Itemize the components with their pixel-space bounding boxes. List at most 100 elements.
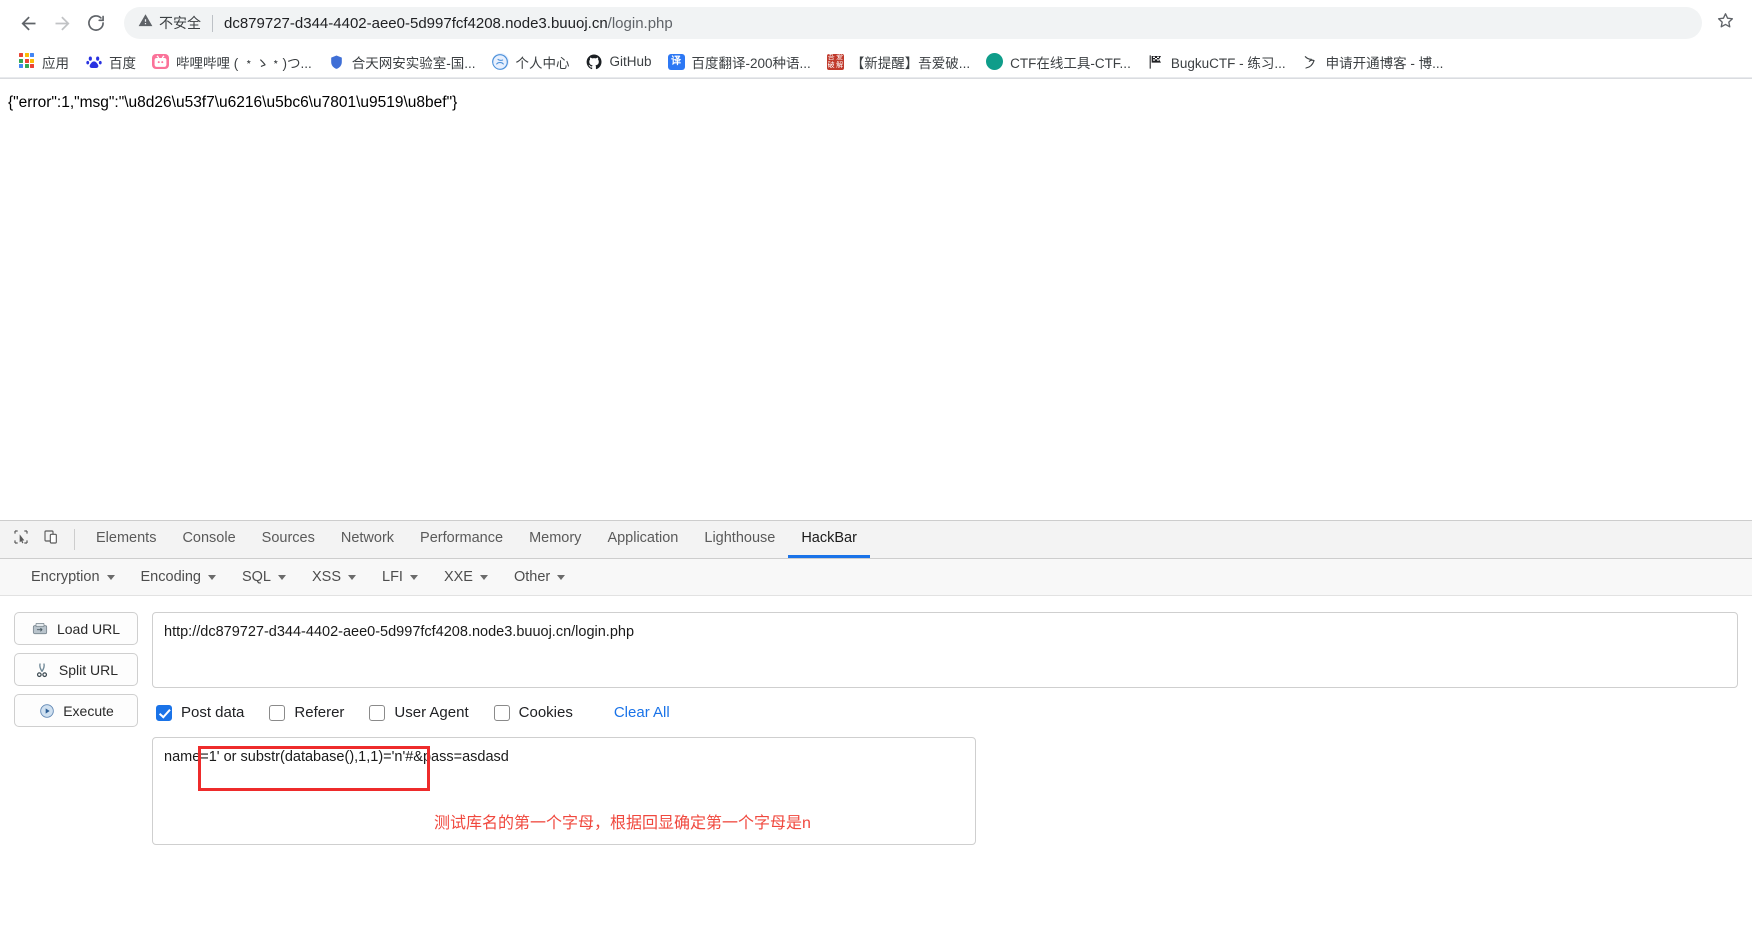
shield-icon (328, 53, 345, 70)
bookmark-bugkuctf[interactable]: BugkuCTF - 练习... (1139, 49, 1294, 75)
bilibili-tv-icon (152, 54, 169, 69)
address-bar[interactable]: 不安全 dc879727-d344-4402-aee0-5d997fcf4208… (124, 7, 1702, 39)
post-data-input[interactable] (152, 737, 976, 845)
clear-all-button[interactable]: Clear All (614, 704, 670, 721)
url-host: dc879727-d344-4402-aee0-5d997fcf4208.nod… (224, 14, 608, 32)
menu-label: LFI (382, 569, 403, 585)
checkbox-box[interactable] (156, 704, 172, 721)
bookmark-hetian[interactable]: 合天网安实验室-国... (320, 49, 484, 75)
bookmark-blog[interactable]: 申请开通博客 - 博... (1294, 49, 1452, 75)
execute-button[interactable]: Execute (14, 694, 138, 727)
browser-chrome: 不安全 dc879727-d344-4402-aee0-5d997fcf4208… (0, 0, 1752, 79)
arrow-left-icon (18, 13, 39, 34)
arrow-right-icon (52, 13, 73, 34)
bookmark-star-button[interactable] (1710, 8, 1740, 38)
chevron-down-icon (479, 574, 488, 580)
bookmark-user-center[interactable]: 个人中心 (484, 49, 578, 75)
bookmark-label: GitHub (609, 54, 652, 69)
device-toolbar-button[interactable] (36, 521, 66, 558)
warning-triangle-icon (138, 13, 153, 33)
menu-other[interactable]: Other (501, 563, 578, 591)
bookmark-label: 【新提醒】吾爱破... (850, 55, 971, 71)
tab-performance[interactable]: Performance (407, 521, 516, 558)
split-url-button[interactable]: Split URL (14, 653, 138, 686)
github-icon (586, 53, 603, 70)
menu-lfi[interactable]: LFI (369, 563, 431, 591)
menu-xxe[interactable]: XXE (431, 563, 501, 591)
forward-button[interactable] (46, 7, 78, 39)
checkbox-user-agent[interactable]: User Agent (369, 704, 469, 721)
devtools-panel: Elements Console Sources Network Perform… (0, 520, 1752, 915)
checkbox-label: Post data (181, 704, 245, 721)
tab-lighthouse[interactable]: Lighthouse (691, 521, 788, 558)
checkbox-box[interactable] (369, 704, 386, 721)
url-text[interactable]: dc879727-d344-4402-aee0-5d997fcf4208.nod… (224, 15, 673, 32)
hackbar-panel: Encryption Encoding SQL XSS LFI XXE Othe… (0, 559, 1752, 915)
checkbox-post-data[interactable]: Post data (156, 704, 244, 721)
bookmark-wuaipojie[interactable]: 吾爱破解 【新提醒】吾爱破... (819, 49, 978, 75)
bookmark-github[interactable]: GitHub (578, 50, 660, 73)
bookmark-label: 合天网安实验室-国... (351, 55, 476, 71)
tab-hackbar[interactable]: HackBar (788, 521, 870, 558)
chevron-down-icon (409, 574, 418, 580)
menu-label: SQL (241, 569, 271, 585)
hackbar-body: Load URL Split URL Execute http://dc8797… (0, 596, 1752, 915)
checkbox-label: Cookies (518, 704, 573, 721)
tab-memory[interactable]: Memory (516, 521, 594, 558)
bookmark-baidu[interactable]: 百度 (77, 49, 144, 75)
bookmark-ctf-tools[interactable]: CTF在线工具-CTF... (978, 49, 1139, 75)
bookmark-label: 哔哩哔哩 ( ﹡ゝ﹡)つ... (176, 55, 312, 71)
checkbox-cookies[interactable]: Cookies (493, 704, 573, 721)
star-icon (1716, 11, 1735, 35)
hackbar-main-column: Post data Referer User Agent Cookies C (152, 612, 1738, 915)
bookmark-apps[interactable]: 应用 (10, 49, 77, 75)
security-label: 不安全 (159, 15, 201, 31)
checkered-flag-icon (1147, 53, 1164, 70)
bookmarks-bar: 应用 百度 哔哩哔哩 ( ﹡ゝ﹡)つ... 合天网安实验室-国... 个人中心 (0, 46, 1752, 78)
checkbox-label: User Agent (394, 704, 469, 721)
checkbox-box[interactable] (493, 704, 510, 721)
inspect-element-button[interactable] (6, 521, 36, 558)
tab-console[interactable]: Console (169, 521, 248, 558)
menu-label: XXE (443, 569, 473, 585)
tab-sources[interactable]: Sources (249, 521, 328, 558)
tab-elements[interactable]: Elements (83, 521, 169, 558)
menu-label: Encryption (31, 569, 100, 585)
reload-button[interactable] (80, 7, 112, 39)
tab-network[interactable]: Network (328, 521, 407, 558)
bookmark-label: 个人中心 (515, 55, 570, 71)
menu-encoding[interactable]: Encoding (128, 563, 229, 591)
wuaipojie-icon: 吾爱破解 (826, 53, 844, 70)
load-url-button[interactable]: Load URL (14, 612, 138, 645)
split-url-scissors-icon (34, 661, 51, 678)
back-button[interactable] (12, 7, 44, 39)
menu-label: Encoding (140, 569, 201, 585)
bookmark-label: BugkuCTF - 练习... (1170, 55, 1286, 71)
bookmark-bilibili[interactable]: 哔哩哔哩 ( ﹡ゝ﹡)つ... (144, 49, 320, 75)
menu-label: XSS (312, 569, 342, 585)
menu-encryption[interactable]: Encryption (18, 563, 128, 591)
bookmark-label: CTF在线工具-CTF... (1010, 55, 1131, 71)
translate-icon: 译 (667, 53, 685, 70)
chevron-down-icon (348, 574, 357, 580)
menu-sql[interactable]: SQL (229, 563, 299, 591)
hackbar-action-buttons: Load URL Split URL Execute (14, 612, 138, 915)
security-indicator[interactable]: 不安全 (138, 13, 201, 33)
bookmark-label: 应用 (42, 55, 69, 71)
baidu-paw-icon (85, 53, 102, 70)
post-data-wrapper: 测试库名的第一个字母，根据回显确定第一个字母是n (152, 737, 976, 850)
chevron-down-icon (278, 574, 286, 580)
button-label: Split URL (58, 661, 119, 678)
checkbox-box[interactable] (269, 704, 286, 721)
menu-xss[interactable]: XSS (299, 563, 369, 591)
user-center-icon (491, 53, 509, 70)
chevron-down-icon (557, 574, 566, 580)
tab-application[interactable]: Application (594, 521, 691, 558)
apps-grid-icon (18, 53, 35, 70)
url-input[interactable] (152, 612, 1738, 688)
bookmark-baidu-translate[interactable]: 译 百度翻译-200种语... (660, 49, 819, 75)
bookmark-label: 百度翻译-200种语... (691, 55, 811, 71)
load-url-icon (32, 620, 49, 637)
checkbox-referer[interactable]: Referer (269, 704, 344, 721)
inspect-cursor-icon (13, 529, 29, 550)
